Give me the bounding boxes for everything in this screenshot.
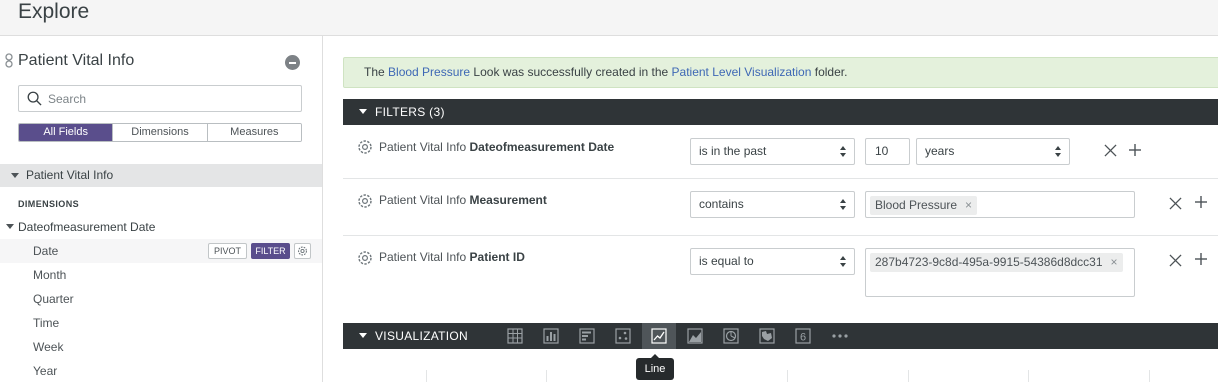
- grid-line: [1028, 370, 1029, 382]
- gear-icon[interactable]: [357, 193, 373, 209]
- search-icon: [27, 91, 42, 106]
- field-type-toggle: All Fields Dimensions Measures: [18, 123, 302, 142]
- explore-name: Patient Vital Info: [18, 52, 135, 69]
- close-icon[interactable]: [1104, 144, 1117, 157]
- value-input[interactable]: 10: [865, 138, 910, 165]
- filter-row-patient-id: Patient Vital Info Patient ID is equal t…: [343, 236, 1218, 314]
- table-icon[interactable]: [498, 323, 532, 349]
- visualization-section-header[interactable]: VISUALIZATION 6: [343, 323, 1218, 349]
- field-search[interactable]: [18, 85, 302, 112]
- close-icon[interactable]: [1169, 197, 1182, 210]
- pie-icon[interactable]: [714, 323, 748, 349]
- top-bar: Explore: [0, 0, 1218, 36]
- caret-down-icon: [359, 333, 367, 338]
- collapse-icon[interactable]: [285, 55, 300, 70]
- field-label: Year: [33, 364, 58, 378]
- value-tag: Blood Pressure ×: [870, 196, 978, 215]
- remove-tag-icon[interactable]: ×: [965, 196, 972, 215]
- line-icon[interactable]: [642, 323, 676, 349]
- filter-field-name: Patient Vital Info Measurement: [379, 193, 547, 207]
- explore-main: The Blood Pressure Look was successfully…: [324, 36, 1218, 382]
- field-picker-sidebar: Patient Vital Info All Fields Dimensions…: [0, 36, 323, 382]
- unit-select[interactable]: years: [916, 138, 1070, 165]
- tag-input[interactable]: 287b4723-9c8d-495a-9915-54386d8dcc31 ×: [865, 248, 1135, 297]
- visualization-canvas: [343, 351, 1218, 382]
- grid-line: [546, 370, 547, 382]
- visualization-title: VISUALIZATION: [375, 329, 469, 343]
- caret-down-icon: [359, 109, 367, 114]
- filter-row-measurement: Patient Vital Info Measurement contains …: [343, 179, 1218, 236]
- field-label: Quarter: [33, 292, 74, 306]
- gear-icon[interactable]: [357, 139, 373, 155]
- plus-icon[interactable]: [1195, 253, 1207, 265]
- dimension-group[interactable]: Dateofmeasurement Date: [0, 217, 322, 237]
- alert-text: The: [364, 65, 385, 79]
- tag-input[interactable]: Blood Pressure ×: [865, 191, 1135, 218]
- field-month[interactable]: Month: [0, 263, 322, 287]
- look-link[interactable]: Blood Pressure: [388, 65, 470, 79]
- view-label: Patient Vital Info: [26, 168, 114, 182]
- all-fields-tab[interactable]: All Fields: [19, 124, 114, 141]
- operator-select[interactable]: contains: [690, 191, 855, 218]
- field-label: Date: [33, 244, 59, 258]
- bar-icon[interactable]: [570, 323, 604, 349]
- area-icon[interactable]: [678, 323, 712, 349]
- plus-icon[interactable]: [1129, 144, 1141, 156]
- explore-icon: [3, 53, 15, 72]
- view-header[interactable]: Patient Vital Info: [0, 164, 322, 187]
- gear-icon[interactable]: [294, 243, 311, 259]
- measures-tab[interactable]: Measures: [207, 124, 301, 141]
- field-date[interactable]: Date PIVOT FILTER: [0, 239, 322, 263]
- filter-button[interactable]: FILTER: [251, 243, 290, 259]
- remove-tag-icon[interactable]: ×: [1111, 253, 1118, 272]
- folder-link[interactable]: Patient Level Visualization: [672, 65, 812, 79]
- filters-section-header[interactable]: FILTERS (3): [343, 99, 1218, 125]
- dimensions-tab[interactable]: Dimensions: [113, 124, 208, 141]
- single-value-icon[interactable]: 6: [786, 323, 820, 349]
- page-title: Explore: [18, 0, 90, 23]
- search-input[interactable]: [48, 90, 288, 108]
- close-icon[interactable]: [1169, 254, 1182, 267]
- column-icon[interactable]: [534, 323, 568, 349]
- field-label: Week: [33, 340, 64, 354]
- grid-line: [787, 370, 788, 382]
- operator-select[interactable]: is in the past: [690, 138, 855, 165]
- filters-title: FILTERS (3): [375, 105, 445, 119]
- pivot-button[interactable]: PIVOT: [208, 243, 247, 259]
- dimension-group-label: Dateofmeasurement Date: [18, 220, 156, 234]
- select-arrows-icon: [840, 146, 847, 157]
- field-week[interactable]: Week: [0, 335, 322, 359]
- scatter-icon[interactable]: [606, 323, 640, 349]
- select-arrows-icon: [840, 256, 847, 267]
- gear-icon[interactable]: [357, 250, 373, 266]
- operator-select[interactable]: is equal to: [690, 248, 855, 275]
- field-quarter[interactable]: Quarter: [0, 287, 322, 311]
- map-icon[interactable]: [750, 323, 784, 349]
- field-label: Time: [33, 316, 60, 330]
- select-arrows-icon: [1055, 146, 1062, 157]
- alert-text: folder.: [814, 65, 848, 79]
- caret-down-icon: [11, 173, 19, 178]
- success-alert: The Blood Pressure Look was successfully…: [343, 57, 1218, 88]
- svg-text:6: 6: [800, 332, 806, 344]
- alert-text: Look was successfully created in the: [473, 65, 669, 79]
- explore-header: Patient Vital Info: [0, 50, 322, 78]
- grid-line: [1149, 370, 1150, 382]
- grid-line: [426, 370, 427, 382]
- plus-icon[interactable]: [1195, 196, 1207, 208]
- caret-down-icon: [6, 224, 14, 229]
- filter-field-name: Patient Vital Info Patient ID: [379, 250, 525, 264]
- filter-row-date: Patient Vital Info Dateofmeasurement Dat…: [343, 125, 1218, 179]
- filter-field-name: Patient Vital Info Dateofmeasurement Dat…: [379, 140, 615, 154]
- field-time[interactable]: Time: [0, 311, 322, 335]
- select-arrows-icon: [840, 199, 847, 210]
- value-tag: 287b4723-9c8d-495a-9915-54386d8dcc31 ×: [870, 253, 1123, 272]
- dimensions-heading: DIMENSIONS: [18, 199, 80, 209]
- field-label: Month: [33, 268, 67, 282]
- more-icon[interactable]: [822, 323, 856, 349]
- field-year[interactable]: Year: [0, 359, 322, 382]
- grid-line: [908, 370, 909, 382]
